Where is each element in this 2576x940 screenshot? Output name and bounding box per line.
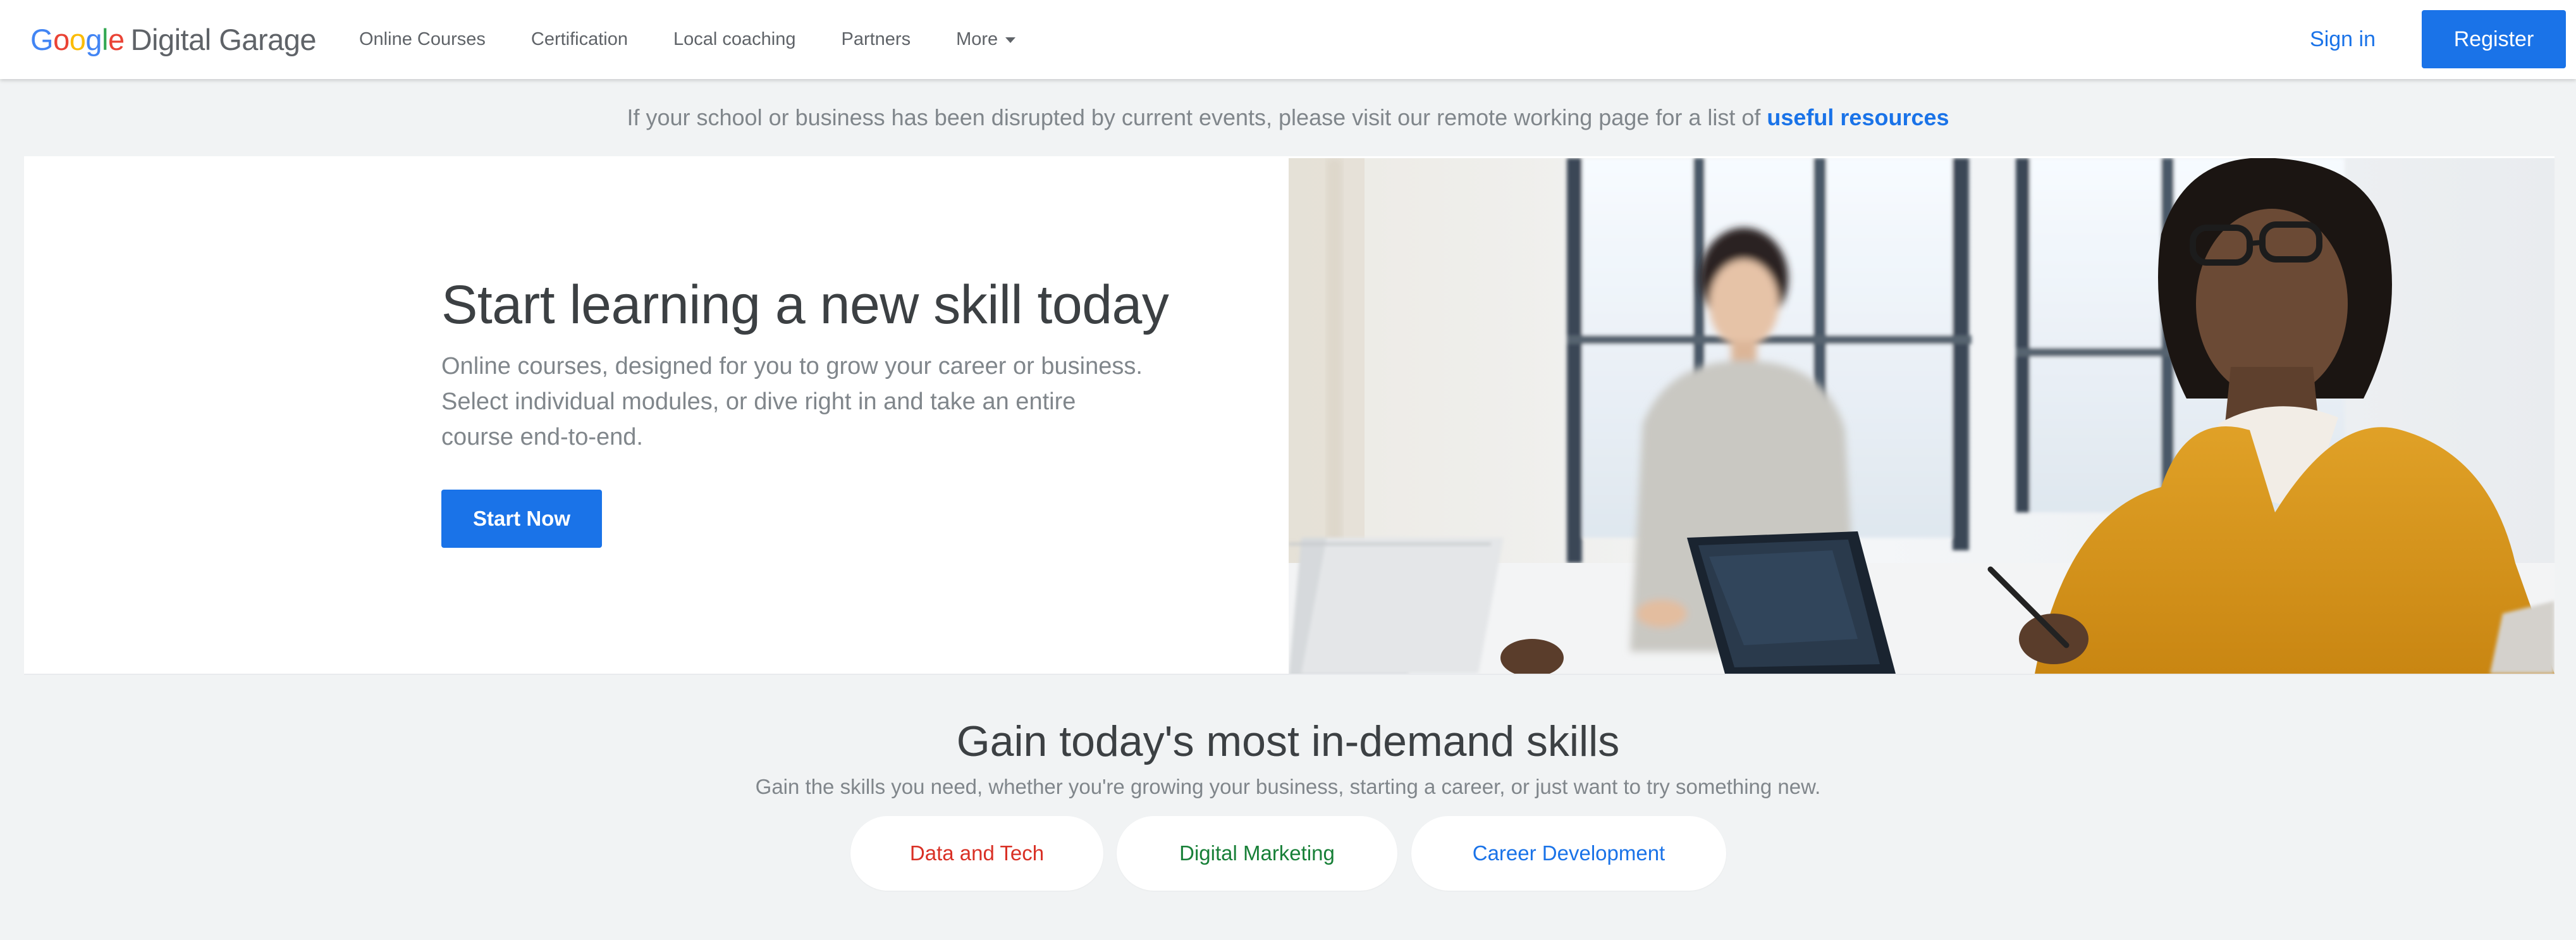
useful-resources-link[interactable]: useful resources <box>1767 104 1949 131</box>
category-career-development[interactable]: Career Development <box>1411 816 1726 891</box>
google-wordmark: Google <box>30 22 125 56</box>
notice-banner: If your school or business has been disr… <box>0 79 2576 156</box>
caret-down-icon <box>1005 37 1016 43</box>
top-header: Google Digital Garage Online Courses Cer… <box>0 0 2576 79</box>
hero-text: Start learning a new skill today Online … <box>441 276 1175 455</box>
hero-section: Start learning a new skill today Online … <box>24 156 2555 675</box>
nav-local-coaching[interactable]: Local coaching <box>673 29 795 50</box>
start-now-button[interactable]: Start Now <box>441 490 602 548</box>
nav-more-label: More <box>956 29 998 49</box>
nav-certification[interactable]: Certification <box>531 29 628 50</box>
sign-in-link[interactable]: Sign in <box>2289 0 2396 79</box>
skills-section: Gain today's most in-demand skills Gain … <box>0 674 2576 940</box>
product-name: Digital Garage <box>130 22 317 56</box>
hero-description: Online courses, designed for you to grow… <box>441 353 1143 451</box>
hero-title: Start learning a new skill today <box>441 275 1169 335</box>
main-nav: Online Courses Certification Local coach… <box>359 0 1061 79</box>
google-digital-garage-logo[interactable]: Google Digital Garage <box>30 22 317 57</box>
notice-text: If your school or business has been disr… <box>627 104 1761 130</box>
hero-photo <box>1289 158 2555 674</box>
nav-more[interactable]: More <box>956 29 1016 50</box>
register-button[interactable]: Register <box>2422 10 2566 68</box>
skills-title: Gain today's most in-demand skills <box>956 717 1620 765</box>
nav-partners[interactable]: Partners <box>841 29 911 50</box>
nav-online-courses[interactable]: Online Courses <box>359 29 486 50</box>
category-data-and-tech[interactable]: Data and Tech <box>850 816 1103 891</box>
skills-subtitle: Gain the skills you need, whether you're… <box>755 775 1821 798</box>
category-digital-marketing[interactable]: Digital Marketing <box>1117 816 1397 891</box>
